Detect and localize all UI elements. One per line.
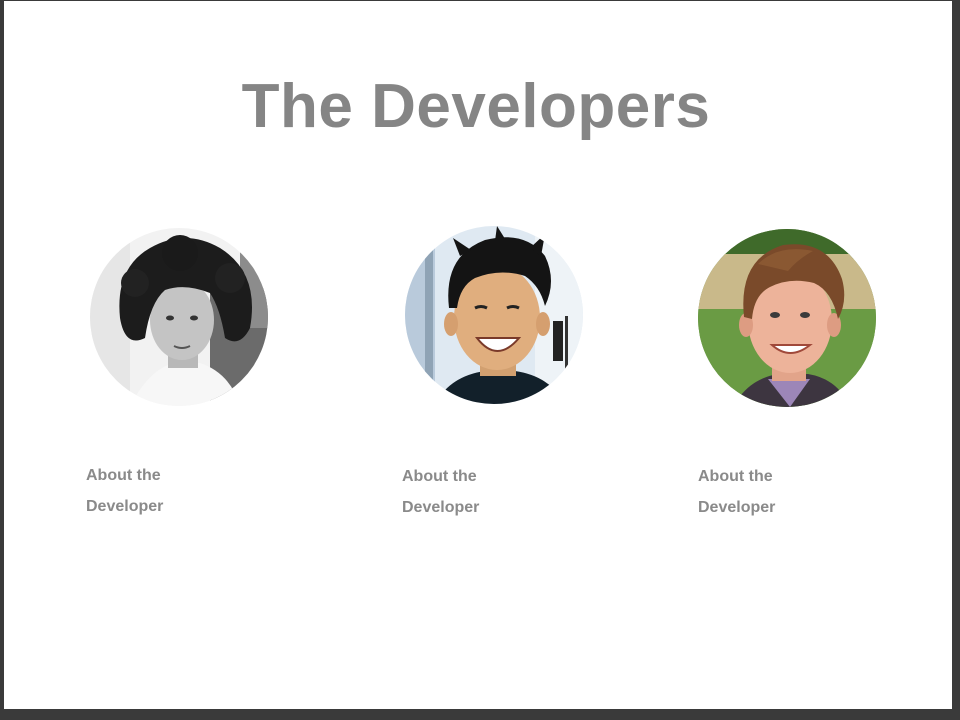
portrait-outdoor-icon — [698, 229, 876, 407]
developer-avatar-3[interactable] — [698, 229, 876, 407]
about-developer-link-3[interactable]: About the Developer — [698, 461, 858, 523]
about-link-line2: Developer — [698, 499, 776, 516]
about-link-line1: About the — [698, 468, 773, 485]
portrait-bw-icon — [90, 228, 268, 406]
page-title: The Developers — [241, 72, 711, 141]
about-link-line2: Developer — [86, 498, 164, 515]
about-developer-link-1[interactable]: About the Developer — [86, 460, 246, 522]
about-link-line1: About the — [402, 468, 477, 485]
developer-avatar-2[interactable] — [405, 226, 583, 404]
developer-avatar-1[interactable] — [90, 228, 268, 406]
about-link-line1: About the — [86, 467, 161, 484]
portrait-color-icon — [405, 226, 583, 404]
about-developer-link-2[interactable]: About the Developer — [402, 461, 562, 523]
about-link-line2: Developer — [402, 499, 480, 516]
page-frame: The Developers About the Developer About… — [4, 1, 952, 709]
